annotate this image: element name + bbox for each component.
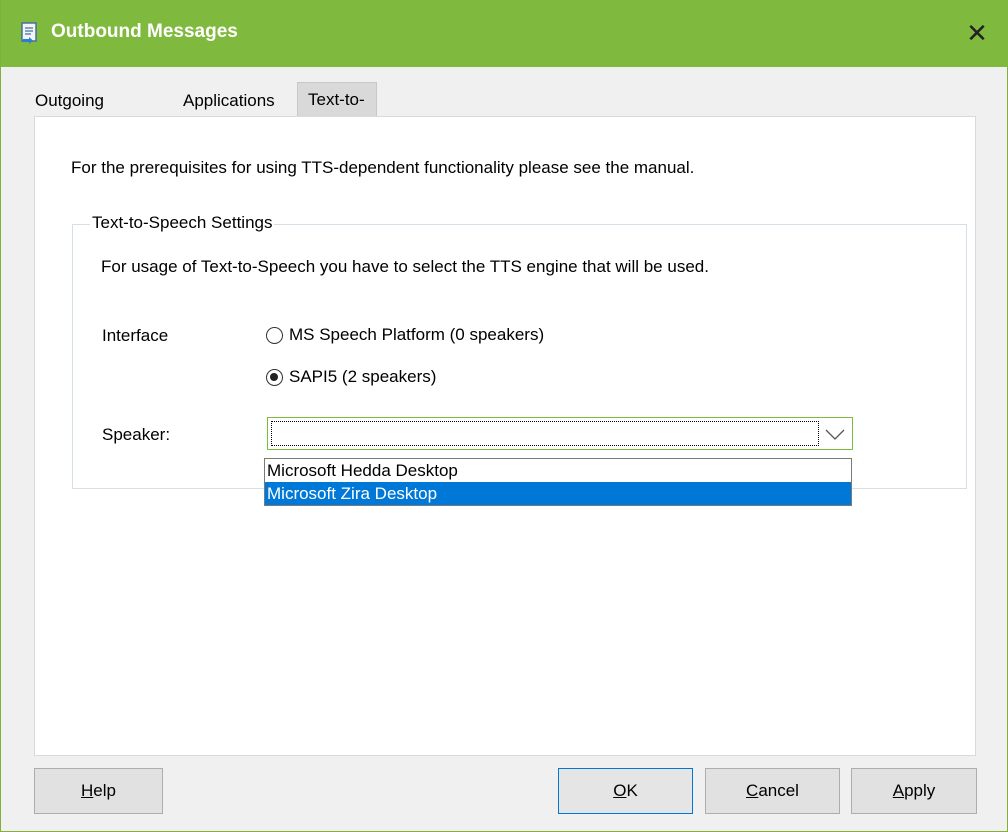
radio-ms-speech-platform[interactable]: MS Speech Platform (0 speakers) <box>266 325 544 345</box>
prerequisites-note: For the prerequisites for using TTS-depe… <box>71 158 695 177</box>
dialog-window: Outbound Messages ✕ Outgoing Fax Applica… <box>0 0 1008 832</box>
help-button[interactable]: Help <box>34 768 163 814</box>
ok-label: OK <box>613 781 638 800</box>
tab-applications[interactable]: Applications <box>183 86 275 116</box>
tab-panel-text-to-speech: For the prerequisites for using TTS-depe… <box>34 116 976 756</box>
group-description: For usage of Text-to-Speech you have to … <box>101 257 709 276</box>
window-title: Outbound Messages <box>51 21 238 42</box>
cancel-button[interactable]: Cancel <box>705 768 840 814</box>
close-icon: ✕ <box>966 18 988 48</box>
document-icon <box>21 22 37 44</box>
radio-label: MS Speech Platform (0 speakers) <box>289 325 545 344</box>
apply-label: Apply <box>892 781 936 800</box>
speaker-dropdown-list[interactable]: Microsoft Hedda Desktop Microsoft Zira D… <box>264 458 852 506</box>
close-button[interactable]: ✕ <box>945 0 1008 67</box>
speaker-select[interactable] <box>267 417 853 450</box>
tab-outgoing-fax[interactable]: Outgoing Fax <box>35 86 104 140</box>
dropdown-option-hedda[interactable]: Microsoft Hedda Desktop <box>265 459 851 482</box>
title-bar[interactable]: Outbound Messages ✕ <box>1 0 1008 67</box>
ok-button[interactable]: OK <box>558 768 693 814</box>
radio-sapi5[interactable]: SAPI5 (2 speakers) <box>266 367 436 387</box>
help-label: Help <box>81 781 116 800</box>
tts-settings-group: Text-to-Speech Settings For usage of Tex… <box>72 213 967 489</box>
cancel-label: Cancel <box>746 781 799 800</box>
chevron-down-icon[interactable] <box>824 426 846 442</box>
speaker-label: Speaker: <box>102 425 171 444</box>
apply-button[interactable]: Apply <box>851 768 977 814</box>
group-legend: Text-to-Speech Settings <box>90 213 275 233</box>
radio-label: SAPI5 (2 speakers) <box>289 367 437 386</box>
tab-text-to-speech[interactable]: Text-to-Speech <box>297 82 377 143</box>
radio-unchecked-icon <box>266 326 283 344</box>
dropdown-option-zira[interactable]: Microsoft Zira Desktop <box>265 482 851 505</box>
radio-checked-icon <box>266 368 283 386</box>
focus-rect <box>271 421 819 446</box>
interface-label: Interface <box>102 326 169 345</box>
